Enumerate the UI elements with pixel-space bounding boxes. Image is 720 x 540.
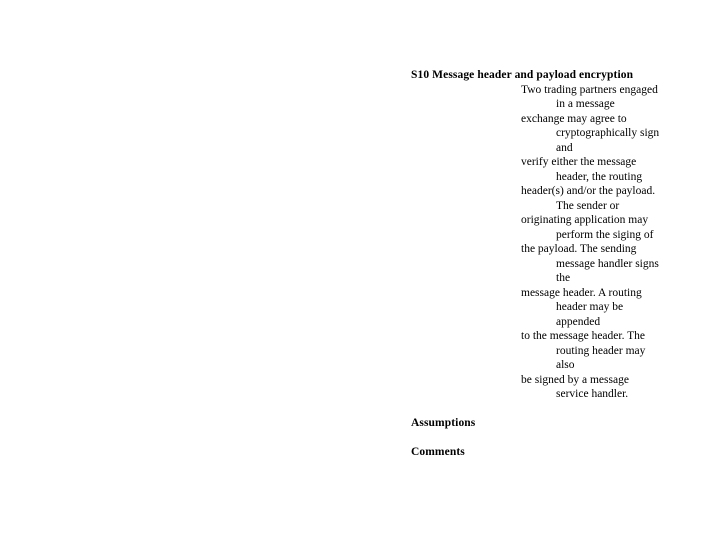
body-text-line: The sender or xyxy=(556,199,620,212)
body-text-line: header, the routing xyxy=(556,170,643,183)
assumptions-label: Assumptions xyxy=(411,417,476,429)
body-text-line: service handler. xyxy=(556,388,629,400)
section-s10: S10 Message header and payload encryptio… xyxy=(411,68,673,402)
body-text-line: to the message header. The xyxy=(521,330,646,342)
body-text-line: Two trading partners engaged xyxy=(521,83,658,96)
body-text-line: message header. A routing xyxy=(521,286,642,299)
body-text-line: the xyxy=(556,272,571,284)
comments-value xyxy=(411,459,673,472)
body-text-line: verify either the message xyxy=(521,156,637,168)
section-body-text: Two trading partners engaged in a message… xyxy=(411,83,673,402)
body-text-line: message handler signs xyxy=(556,257,659,270)
comments-label: Comments xyxy=(411,446,465,458)
body-text-line: perform the siging of xyxy=(556,228,654,241)
body-text-line: exchange may agree to xyxy=(521,112,627,125)
body-text-line: header(s) and/or the payload. xyxy=(521,185,656,197)
body-text-line: be signed by a message xyxy=(521,373,629,386)
assumptions-value xyxy=(411,430,673,443)
body-text-line: appended xyxy=(556,315,601,328)
body-text-line: routing header may xyxy=(556,344,646,357)
body-text-line: also xyxy=(556,359,575,371)
document-page: S10 Message header and payload encryptio… xyxy=(0,0,720,540)
body-text-line: and xyxy=(556,141,573,154)
section-heading: S10 Message header and payload encryptio… xyxy=(411,69,634,81)
body-text-line: the payload. The sending xyxy=(521,243,637,255)
body-text-line: originating application may xyxy=(521,214,649,226)
body-text-line: cryptographically sign xyxy=(556,127,660,139)
body-text-line: in a message xyxy=(556,98,615,110)
body-text-line: header may be xyxy=(556,301,624,313)
